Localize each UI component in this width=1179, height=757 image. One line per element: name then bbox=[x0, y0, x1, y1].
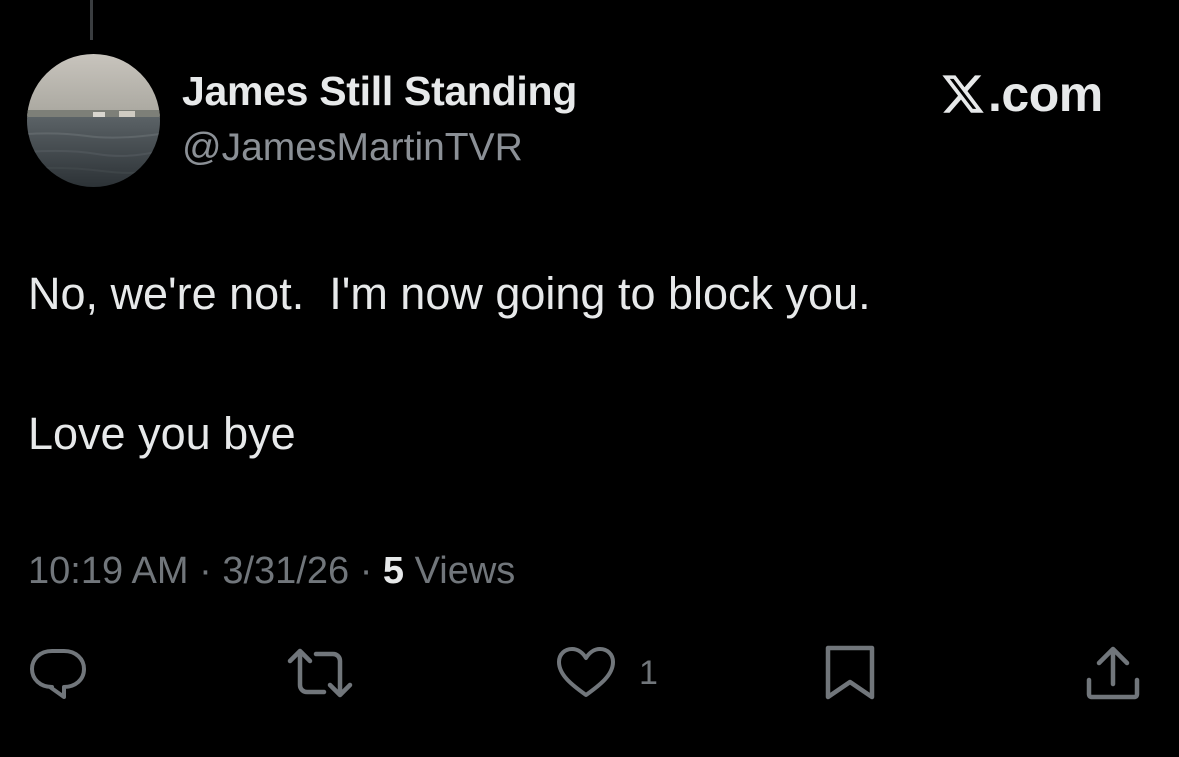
user-handle[interactable]: @JamesMartinTVR bbox=[182, 126, 523, 170]
like-button[interactable]: 1 bbox=[555, 644, 658, 702]
tweet-metadata: 10:19 AM · 3/31/26 · 5 Views bbox=[28, 550, 515, 593]
share-icon bbox=[1086, 646, 1140, 700]
retweet-icon bbox=[287, 648, 353, 698]
tweet-time[interactable]: 10:19 AM bbox=[28, 550, 189, 592]
views-count: 5 bbox=[382, 550, 405, 592]
display-name[interactable]: James Still Standing bbox=[182, 68, 577, 115]
bookmark-icon bbox=[825, 645, 875, 700]
avatar-image bbox=[27, 54, 160, 187]
avatar[interactable] bbox=[27, 54, 160, 187]
thread-connector-line bbox=[90, 0, 93, 40]
brand-domain-text: .com bbox=[988, 66, 1103, 122]
views-label-space bbox=[404, 550, 415, 592]
bookmark-button[interactable] bbox=[822, 644, 878, 702]
separator-dot: · bbox=[188, 550, 223, 592]
reply-icon bbox=[30, 649, 86, 699]
tweet-date[interactable]: 3/31/26 bbox=[222, 550, 349, 592]
views-label: Views bbox=[414, 550, 516, 592]
separator-dot: · bbox=[349, 550, 383, 592]
reply-button[interactable] bbox=[28, 644, 88, 702]
like-count: 1 bbox=[639, 653, 658, 692]
retweet-button[interactable] bbox=[286, 644, 354, 702]
x-com-watermark: .com bbox=[940, 66, 1103, 122]
tweet-text-line-2: Love you bye bbox=[28, 408, 296, 459]
share-button[interactable] bbox=[1084, 644, 1142, 702]
heart-icon bbox=[557, 647, 615, 697]
x-logo-icon bbox=[942, 75, 984, 113]
tweet-text-line-1: No, we're not. I'm now going to block yo… bbox=[28, 268, 871, 319]
